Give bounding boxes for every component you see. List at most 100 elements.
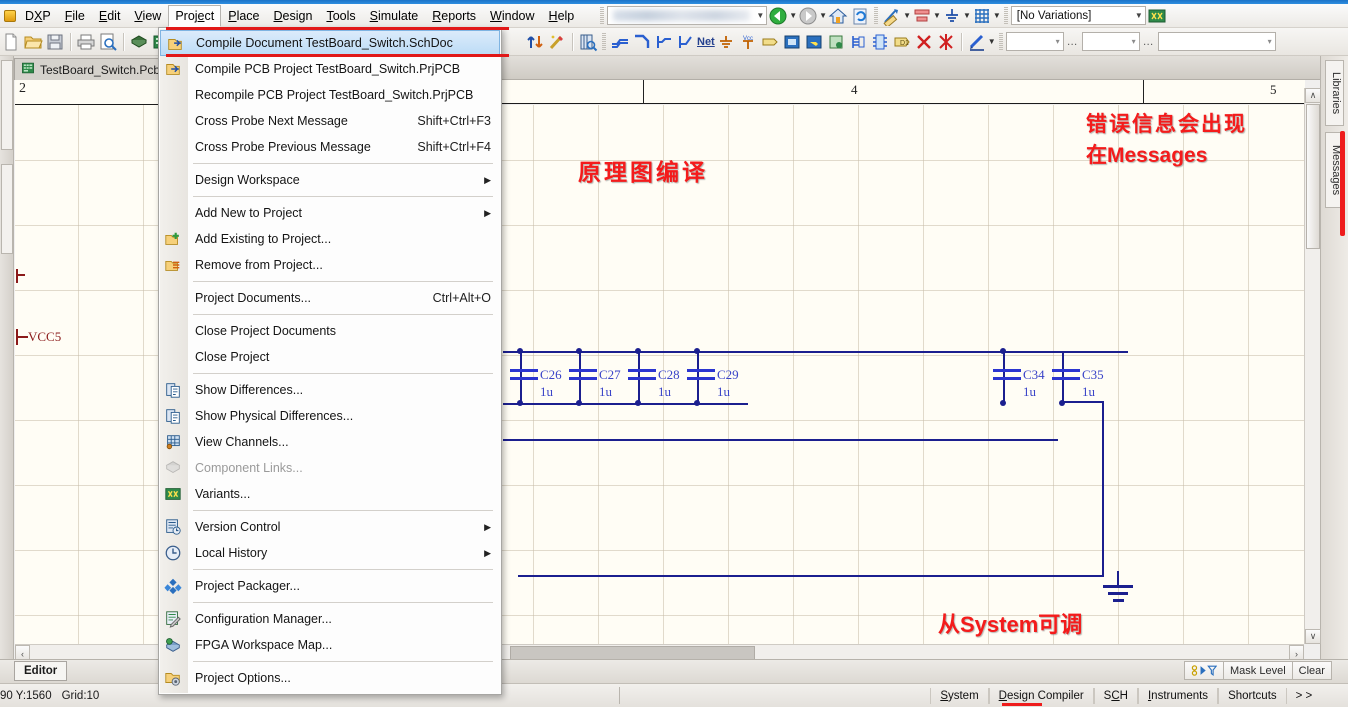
toolbar-grip-3[interactable] [1004, 7, 1008, 25]
annotate-wand-icon[interactable] [547, 32, 567, 52]
menu-dxp[interactable]: DXP [18, 5, 58, 27]
status-tab-sch[interactable]: SCH [1094, 688, 1138, 704]
place-harness-connector-icon[interactable] [848, 32, 868, 52]
place-drawing-tools-icon[interactable] [967, 32, 987, 52]
place-sheet-entry-icon[interactable] [804, 32, 824, 52]
place-device-sheet-icon[interactable] [826, 32, 846, 52]
menu-place[interactable]: Place [221, 5, 266, 27]
filter-ellipsis-2[interactable]: … [1140, 36, 1158, 48]
menu-item-design-workspace[interactable]: Design Workspace ▶ [159, 167, 501, 193]
forward-icon[interactable] [798, 6, 818, 26]
menu-item-fpga-workspace-map[interactable]: FPGA Workspace Map... [159, 632, 501, 658]
net-label-icon[interactable]: Net [697, 36, 715, 48]
menu-item-add-existing-to-project[interactable]: Add Existing to Project... [159, 226, 501, 252]
updown-arrows-icon[interactable] [525, 32, 545, 52]
place-port-icon[interactable] [760, 32, 780, 52]
place-no-erc-icon[interactable] [914, 32, 934, 52]
ground-dropdown-icon[interactable]: ▼ [963, 11, 971, 20]
refresh-doc-icon[interactable] [850, 6, 870, 26]
toolbar-grip-2[interactable] [874, 7, 878, 25]
status-tabs-overflow[interactable]: > > [1287, 688, 1322, 704]
menu-item-cross-probe-next[interactable]: Cross Probe Next Message Shift+Ctrl+F3 [159, 108, 501, 134]
menu-design[interactable]: Design [267, 5, 320, 27]
menu-item-remove-from-project[interactable]: Remove from Project... [159, 252, 501, 278]
pcb-board-icon[interactable] [129, 32, 149, 52]
toolbar-grip[interactable] [600, 7, 604, 25]
status-tab-instruments[interactable]: Instruments [1138, 688, 1218, 704]
menu-item-variants[interactable]: Variants... [159, 481, 501, 507]
chevron-down-icon[interactable]: ▼ [750, 11, 764, 20]
clear-no-erc-icon[interactable] [936, 32, 956, 52]
menu-item-show-differences[interactable]: Show Differences... [159, 377, 501, 403]
place-wire-icon[interactable] [610, 32, 630, 52]
mask-level-button[interactable]: Mask Level [1223, 661, 1293, 680]
back-icon[interactable] [768, 6, 788, 26]
variations-chevron-down-icon[interactable]: ▼ [1129, 11, 1143, 20]
editor-tab[interactable]: Editor [14, 661, 67, 681]
menu-item-project-documents[interactable]: Project Documents... Ctrl+Alt+O [159, 285, 501, 311]
variants-toolbar-icon[interactable] [1147, 6, 1167, 26]
status-tab-system[interactable]: System [930, 688, 988, 704]
ruler-measure-icon[interactable] [882, 6, 902, 26]
filter-combo-2[interactable]: ▾ [1082, 32, 1140, 51]
place-gnd-port-icon[interactable] [716, 32, 736, 52]
menu-item-add-new-to-project[interactable]: Add New to Project ▶ [159, 200, 501, 226]
menu-simulate[interactable]: Simulate [363, 5, 426, 27]
toolbar-grip-5[interactable] [999, 33, 1003, 51]
measure-dropdown-icon[interactable]: ▼ [903, 11, 911, 20]
scroll-up-icon[interactable]: ∧ [1305, 88, 1321, 103]
print-preview-icon[interactable] [98, 32, 118, 52]
menu-item-component-links[interactable]: Component Links... [159, 455, 501, 481]
place-bus-entry-icon[interactable] [654, 32, 674, 52]
place-net-label-icon[interactable] [676, 32, 696, 52]
menu-item-recompile-pcb-project[interactable]: Recompile PCB Project TestBoard_Switch.P… [159, 82, 501, 108]
message-filter-icon[interactable] [1184, 661, 1224, 680]
clear-button[interactable]: Clear [1292, 661, 1332, 680]
new-document-icon[interactable] [1, 32, 21, 52]
project-menu-dropdown[interactable]: Compile Document TestBoard_Switch.SchDoc… [158, 27, 502, 695]
open-folder-icon[interactable] [23, 32, 43, 52]
grid-dropdown-icon[interactable]: ▼ [993, 11, 1001, 20]
right-rail-tab-libraries[interactable]: Libraries [1325, 60, 1344, 126]
menu-item-view-channels[interactable]: View Channels... [159, 429, 501, 455]
filter-combo-1[interactable]: ▾ [1006, 32, 1064, 51]
print-icon[interactable] [76, 32, 96, 52]
variations-combo[interactable]: [No Variations] ▼ [1011, 6, 1146, 25]
menu-item-compile-document[interactable]: Compile Document TestBoard_Switch.SchDoc [160, 30, 500, 56]
home-icon[interactable] [828, 6, 848, 26]
toolbar-grip-4[interactable] [602, 33, 606, 51]
place-vcc-port-icon[interactable]: Vcc [738, 32, 758, 52]
menu-help[interactable]: Help [542, 5, 582, 27]
browse-library-icon[interactable] [578, 32, 598, 52]
menu-edit[interactable]: Edit [92, 5, 128, 27]
menu-item-show-physical-differences[interactable]: Show Physical Differences... [159, 403, 501, 429]
canvas-vertical-scrollbar[interactable]: ∧ ∨ [1304, 88, 1320, 644]
save-icon[interactable] [45, 32, 65, 52]
forward-dropdown-icon[interactable]: ▼ [819, 11, 827, 20]
menu-view[interactable]: View [127, 5, 168, 27]
menu-item-local-history[interactable]: Local History ▶ [159, 540, 501, 566]
left-rail-tab-2[interactable] [1, 164, 13, 254]
status-tab-design-compiler[interactable]: Design Compiler [989, 688, 1094, 704]
project-path-combo[interactable]: ▼ [607, 6, 767, 25]
menu-project[interactable]: Project [168, 5, 221, 27]
place-designator-icon[interactable]: D1 [892, 32, 912, 52]
menu-file[interactable]: File [58, 5, 92, 27]
grid-icon[interactable] [972, 6, 992, 26]
place-part-icon[interactable] [870, 32, 890, 52]
menu-tools[interactable]: Tools [319, 5, 362, 27]
align-dropdown-icon[interactable]: ▼ [933, 11, 941, 20]
filter-ellipsis-1[interactable]: … [1064, 36, 1082, 48]
menu-item-project-options[interactable]: Project Options... [159, 665, 501, 691]
menu-reports[interactable]: Reports [425, 5, 483, 27]
menu-window[interactable]: Window [483, 5, 541, 27]
menu-item-compile-pcb-project[interactable]: Compile PCB Project TestBoard_Switch.Prj… [159, 56, 501, 82]
back-dropdown-icon[interactable]: ▼ [789, 11, 797, 20]
menu-item-close-project[interactable]: Close Project [159, 344, 501, 370]
vertical-scroll-thumb[interactable] [1306, 104, 1320, 249]
menu-item-project-packager[interactable]: Project Packager... [159, 573, 501, 599]
drawing-tools-dropdown-icon[interactable]: ▼ [988, 37, 996, 46]
menu-item-close-project-documents[interactable]: Close Project Documents [159, 318, 501, 344]
document-tab-testboard[interactable]: TestBoard_Switch.PcbD [14, 58, 176, 80]
filter-combo-3[interactable]: ▾ [1158, 32, 1276, 51]
